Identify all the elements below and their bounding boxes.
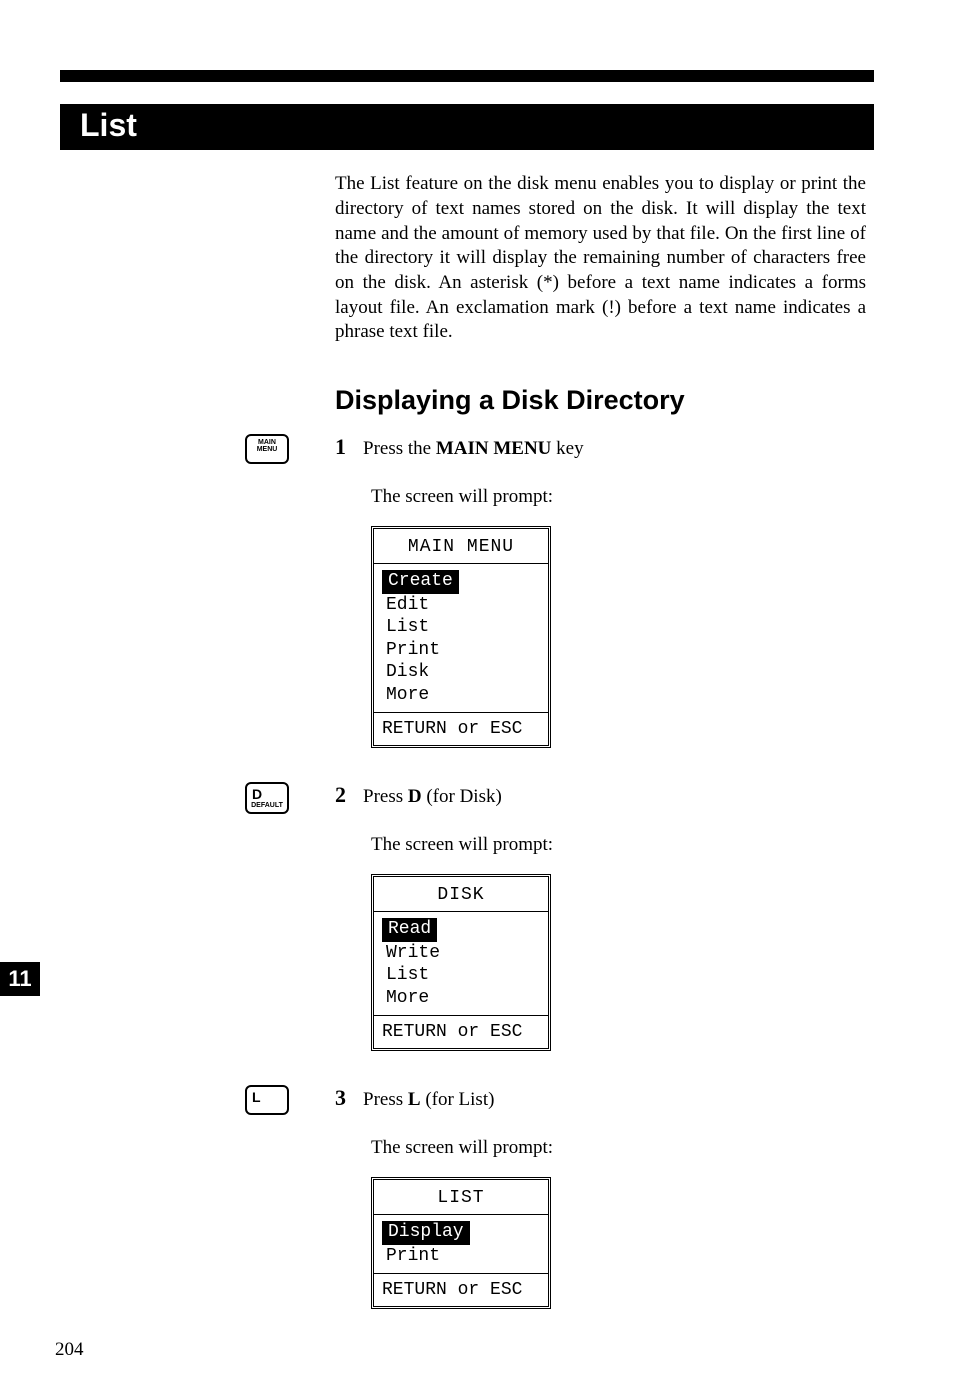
menu-item-label: Print: [382, 640, 444, 660]
menu-item-label: More: [382, 988, 433, 1008]
step-number: 3: [335, 1085, 363, 1111]
page-number: 204: [55, 1339, 84, 1361]
menu-item-selected: Create: [382, 570, 459, 594]
steps-container: MAINMENU1Press the MAIN MENU keyThe scre…: [335, 434, 866, 1309]
step-text-post: (for List): [421, 1089, 495, 1110]
menu-item-selected: Display: [382, 1221, 470, 1245]
menu-footer: RETURN or ESC: [374, 1015, 548, 1048]
key-label-line1: MAIN: [249, 439, 285, 446]
screen-menu: DISK ReadWriteList More RETURN or ESC: [371, 874, 551, 1051]
menu-item-label: More: [382, 685, 433, 705]
menu-footer: RETURN or ESC: [374, 712, 548, 745]
menu-item-label: Write: [382, 943, 444, 963]
keyboard-key-icon: L: [245, 1085, 289, 1115]
step-instruction: 1Press the MAIN MENU key: [335, 434, 866, 460]
menu-item: Edit: [382, 594, 540, 617]
menu-item-label: Edit: [382, 595, 433, 615]
step-text-post: key: [551, 438, 583, 459]
menu-item: Disk: [382, 661, 540, 684]
menu-item-label: List: [382, 965, 433, 985]
section-title-bar: List: [60, 104, 874, 150]
step-instruction: 3Press L (for List): [335, 1085, 866, 1111]
menu-item: More: [382, 684, 540, 707]
body-column: The List feature on the disk menu enable…: [335, 172, 866, 1309]
screen-menu: LISTDisplayPrintRETURN or ESC: [371, 1177, 551, 1309]
step-number: 1: [335, 434, 363, 460]
step-instruction: 2Press D (for Disk): [335, 782, 866, 808]
menu-title: DISK: [374, 877, 548, 911]
menu-title: LIST: [374, 1180, 548, 1214]
subheading: Displaying a Disk Directory: [335, 385, 866, 416]
intro-paragraph: The List feature on the disk menu enable…: [335, 172, 866, 345]
menu-footer: RETURN or ESC: [374, 1273, 548, 1306]
key-label-line1: D: [249, 787, 285, 802]
menu-items: ReadWriteList More: [374, 911, 548, 1015]
menu-items: DisplayPrint: [374, 1214, 548, 1273]
menu-item: Create: [382, 570, 540, 594]
menu-item-selected: Read: [382, 918, 437, 942]
menu-item: More: [382, 987, 540, 1010]
step-text-pre: Press the: [363, 438, 436, 459]
step-text-pre: Press: [363, 786, 408, 807]
menu-item: List: [382, 616, 540, 639]
screen-prompt-label: The screen will prompt:: [371, 834, 866, 856]
step-text-bold: MAIN MENU: [436, 438, 552, 459]
menu-item-label: List: [382, 617, 433, 637]
page: List The List feature on the disk menu e…: [0, 0, 954, 1385]
key-label-line2: MENU: [249, 446, 285, 453]
screen-prompt-label: The screen will prompt:: [371, 486, 866, 508]
menu-item: List: [382, 964, 540, 987]
menu-title: MAIN MENU: [374, 529, 548, 563]
step-text-post: (for Disk): [422, 786, 502, 807]
screen-prompt-label: The screen will prompt:: [371, 1137, 866, 1159]
keyboard-key-icon: DDEFAULT: [245, 782, 289, 814]
step: DDEFAULT2Press D (for Disk)The screen wi…: [335, 782, 866, 1051]
key-label-line2: DEFAULT: [249, 802, 285, 809]
menu-item: Read: [382, 918, 540, 942]
menu-item-label: Disk: [382, 662, 433, 682]
menu-item: Print: [382, 639, 540, 662]
top-rule: [60, 70, 874, 82]
step: L3Press L (for List) The screen will prom…: [335, 1085, 866, 1309]
step-number: 2: [335, 782, 363, 808]
step-text-bold: D: [408, 786, 422, 807]
menu-item: Display: [382, 1221, 540, 1245]
step-text-pre: Press: [363, 1089, 408, 1110]
keyboard-key-icon: MAINMENU: [245, 434, 289, 464]
menu-item-label: Print: [382, 1246, 444, 1266]
screen-menu: MAIN MENU CreateEditList PrintDisk More RETU…: [371, 526, 551, 748]
step-text-bold: L: [408, 1089, 421, 1110]
step: MAINMENU1Press the MAIN MENU keyThe scre…: [335, 434, 866, 748]
key-label-line1: L: [249, 1090, 285, 1105]
menu-items: CreateEditList PrintDisk More: [374, 563, 548, 712]
chapter-tab: 11: [0, 962, 40, 996]
menu-item: Print: [382, 1245, 540, 1268]
menu-item: Write: [382, 942, 540, 965]
